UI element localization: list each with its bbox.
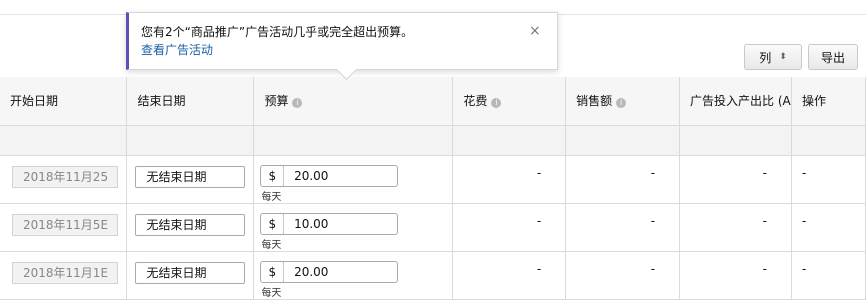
header-end-date[interactable]: 结束日期 (126, 77, 255, 126)
budget-period: 每天 (261, 239, 282, 251)
budget-input[interactable]: $ 20.00 (260, 260, 399, 283)
acos-cell: - (679, 155, 793, 204)
start-date-field: 2018年11月25 (12, 165, 118, 188)
table-row: 2018年11月5E 无结束日期 $ 10.00 每天 - - - - (0, 203, 866, 252)
budget-period: 每天 (261, 191, 282, 203)
budget-alert-popover: 您有2个“商品推广”广告活动几乎或完全超出预算。 查看广告活动 × (126, 12, 558, 81)
acos-cell: - (679, 203, 793, 252)
info-icon[interactable]: i (491, 98, 502, 109)
popover-message: 您有2个“商品推广”广告活动几乎或完全超出预算。 (141, 25, 414, 39)
start-date-field: 2018年11月5E (12, 213, 118, 236)
currency-symbol: $ (261, 213, 285, 234)
header-sales[interactable]: 销售额 i (565, 77, 681, 126)
view-campaigns-link[interactable]: 查看广告活动 (141, 41, 213, 58)
export-button[interactable]: 导出 (808, 44, 858, 70)
currency-symbol: $ (261, 165, 285, 186)
updown-chevron-icon: ⬍ (779, 52, 787, 62)
table-header-row: 开始日期 结束日期 预算 i 花费 i 销售额 i 广告投入产出比 (A 操作 (0, 77, 866, 126)
info-icon[interactable]: i (292, 98, 303, 109)
close-icon[interactable]: × (529, 23, 541, 39)
sales-cell: - (565, 251, 681, 300)
end-date-field[interactable]: 无结束日期 (135, 165, 246, 188)
budget-amount: 10.00 (294, 216, 329, 231)
header-actions: 操作 (791, 77, 866, 126)
actions-cell: - (791, 251, 866, 300)
spend-cell: - (452, 251, 567, 300)
budget-amount: 20.00 (294, 264, 329, 279)
acos-cell: - (679, 251, 793, 300)
spend-cell: - (452, 155, 567, 204)
header-acos[interactable]: 广告投入产出比 (A (679, 77, 793, 126)
end-date-field[interactable]: 无结束日期 (135, 261, 246, 284)
actions-cell: - (791, 155, 866, 204)
actions-cell: - (791, 203, 866, 252)
sales-cell: - (565, 203, 681, 252)
columns-label: 列 (759, 50, 772, 65)
table-row: 2018年11月1E 无结束日期 $ 20.00 每天 - - - - (0, 251, 866, 300)
spend-cell: - (452, 203, 567, 252)
header-spend[interactable]: 花费 i (452, 77, 567, 126)
header-start-date[interactable]: 开始日期 (0, 77, 128, 126)
header-budget[interactable]: 预算 i (253, 77, 454, 126)
budget-input[interactable]: $ 10.00 (260, 212, 399, 235)
campaign-table: 开始日期 结束日期 预算 i 花费 i 销售额 i 广告投入产出比 (A 操作 201… (0, 77, 866, 300)
columns-dropdown-button[interactable]: 列 ⬍ (744, 44, 802, 70)
info-icon[interactable]: i (616, 98, 627, 109)
budget-period: 每天 (261, 287, 282, 299)
end-date-field[interactable]: 无结束日期 (135, 213, 246, 236)
start-date-field: 2018年11月1E (12, 261, 118, 284)
filter-row (0, 125, 866, 156)
budget-amount: 20.00 (294, 168, 329, 183)
budget-input[interactable]: $ 20.00 (260, 164, 399, 187)
table-row: 2018年11月25 无结束日期 $ 20.00 每天 - - - - (0, 155, 866, 204)
sales-cell: - (565, 155, 681, 204)
currency-symbol: $ (261, 261, 285, 282)
